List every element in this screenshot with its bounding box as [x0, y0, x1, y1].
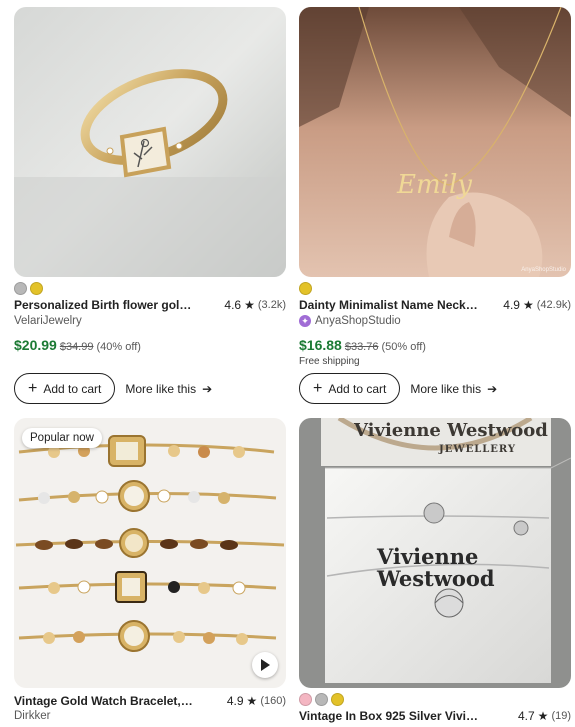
rating-value: 4.9	[503, 298, 520, 312]
rating-value: 4.6	[224, 298, 242, 312]
original-price: $33.76	[344, 341, 379, 353]
popular-now-badge: Popular now	[22, 428, 102, 448]
swatch-gold	[331, 693, 344, 706]
swatch-silver	[14, 282, 27, 295]
plus-icon: +	[313, 379, 323, 397]
product-grid: Personalized Birth flower gold ring... 4…	[0, 0, 575, 727]
product-image[interactable]: Vivienne Westwood JEWELLERY Vivienne Wes…	[299, 418, 571, 688]
shipping-label: Free shipping	[299, 356, 360, 367]
review-count: (160)	[260, 695, 286, 707]
discount-label: (50% off)	[381, 341, 426, 353]
color-swatches	[299, 282, 312, 295]
rating-value: 4.7	[517, 709, 535, 723]
more-like-this-link[interactable]: More like this ➔	[125, 382, 212, 396]
add-to-cart-button[interactable]: + Add to cart	[299, 373, 401, 404]
product-image[interactable]: Emily AnyaShopStudio	[299, 7, 571, 277]
star-icon: ★	[246, 694, 258, 708]
product-title[interactable]: Personalized Birth flower gold ring...	[14, 298, 196, 312]
arrow-right-icon: ➔	[487, 381, 498, 396]
product-image[interactable]	[14, 7, 286, 277]
product-title[interactable]: Vintage Gold Watch Bracelet,Re...	[14, 694, 196, 708]
swatch-gold	[30, 282, 43, 295]
product-title[interactable]: Dainty Minimalist Name Necklace...	[299, 298, 481, 312]
original-price: $34.99	[59, 341, 94, 353]
product-title[interactable]: Vintage In Box 925 Silver Vivienne...	[299, 709, 481, 723]
star-icon: ★	[522, 298, 534, 312]
play-icon[interactable]	[252, 652, 278, 678]
swatch-pink	[299, 693, 312, 706]
review-count: (19)	[551, 710, 571, 722]
price-row: $20.99 $34.99 (40% off)	[14, 337, 141, 353]
card-actions: + Add to cart More like this ➔	[14, 373, 212, 404]
image-text-top: Vivienne Westwood	[354, 420, 548, 441]
price-row: $16.88 $33.76 (50% off)	[299, 337, 426, 353]
product-rating: 4.7 ★ (19)	[518, 709, 571, 723]
image-text-sub: JEWELLERY	[439, 444, 517, 455]
card-actions: + Add to cart More like this ➔	[299, 373, 497, 404]
more-like-this-link[interactable]: More like this ➔	[410, 382, 497, 396]
star-icon: ★	[244, 298, 255, 312]
product-card-watch-bracelet[interactable]: Popular now Vintage Gold Watch Bracelet,…	[14, 418, 286, 727]
product-rating: 4.6 ★ (3.2k)	[224, 298, 286, 312]
image-watermark: AnyaShopStudio	[521, 267, 566, 273]
rating-value: 4.9	[226, 694, 244, 708]
discount-label: (40% off)	[96, 341, 141, 353]
review-count: (42.9k)	[536, 299, 571, 311]
swatch-silver	[315, 693, 328, 706]
arrow-right-icon: ➔	[202, 381, 213, 396]
product-rating: 4.9 ★ (42.9k)	[503, 298, 571, 312]
product-card-name-necklace[interactable]: Emily AnyaShopStudio Dainty Minimalist N…	[299, 7, 571, 404]
shop-name[interactable]: VelariJewelry	[14, 315, 82, 327]
product-rating: 4.9 ★ (160)	[227, 694, 286, 708]
product-card-vivienne-westwood[interactable]: Vivienne Westwood JEWELLERY Vivienne Wes…	[299, 418, 571, 727]
review-count: (3.2k)	[257, 299, 286, 311]
color-swatches	[14, 282, 43, 295]
sale-price: $20.99	[14, 337, 57, 353]
sale-price: $16.88	[299, 337, 342, 353]
color-swatches	[299, 693, 344, 706]
star-seller-icon: ✦	[299, 315, 311, 327]
shop-name[interactable]: ✦ AnyaShopStudio	[299, 315, 401, 327]
add-to-cart-button[interactable]: + Add to cart	[14, 373, 116, 404]
necklace-name-text: Emily	[396, 170, 472, 200]
image-text-box: Vivienne Westwood	[377, 544, 495, 591]
product-image[interactable]: Popular now	[14, 418, 286, 688]
plus-icon: +	[28, 379, 38, 397]
swatch-gold	[299, 282, 312, 295]
shop-name[interactable]: Dirkker	[14, 710, 50, 722]
star-icon: ★	[537, 709, 549, 723]
product-card-birth-flower-ring[interactable]: Personalized Birth flower gold ring... 4…	[14, 7, 286, 404]
